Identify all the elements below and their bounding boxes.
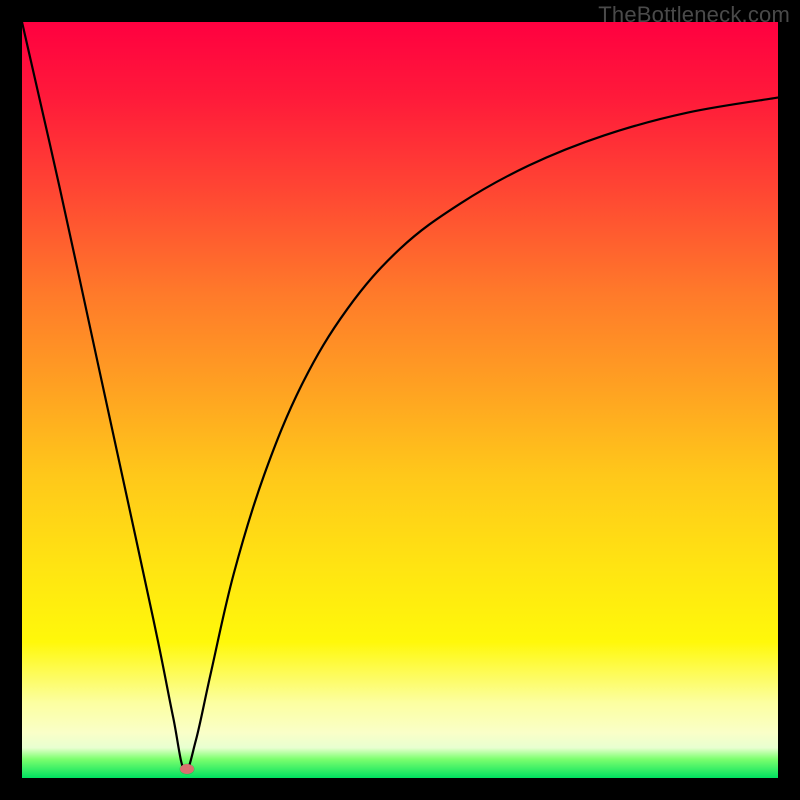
optimal-point-marker <box>180 764 194 774</box>
bottleneck-curve <box>22 22 778 778</box>
plot-area <box>22 22 778 778</box>
chart-frame: TheBottleneck.com <box>0 0 800 800</box>
